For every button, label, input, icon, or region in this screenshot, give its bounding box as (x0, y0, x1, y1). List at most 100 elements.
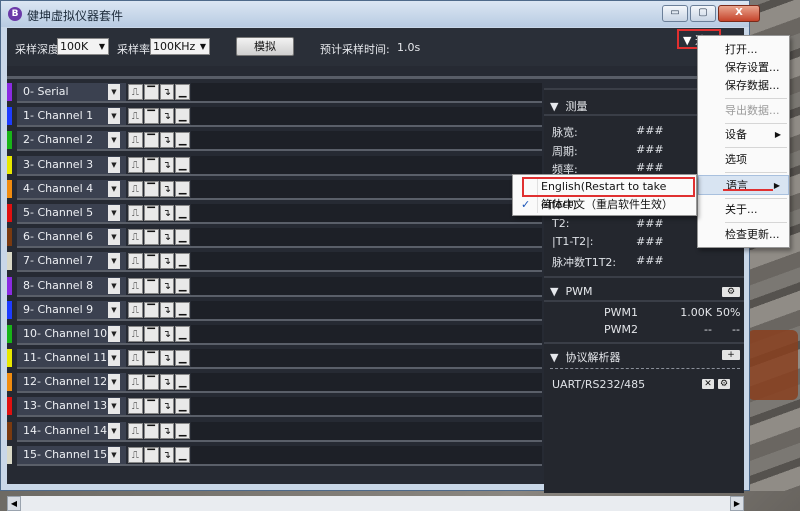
channel-waveform-area[interactable] (191, 300, 542, 319)
pwm-section-title[interactable]: ▼ PWM (550, 285, 592, 298)
language-chinese[interactable]: ✓ 简体中文（重启软件生效） (513, 196, 696, 214)
menu-language[interactable]: 语言 ▶ (698, 175, 789, 195)
high-level-icon[interactable]: ▁ (175, 446, 190, 463)
simulate-button[interactable]: 模拟 (236, 37, 294, 56)
rising-edge-icon[interactable]: ⎍ (128, 108, 143, 125)
channel-dropdown-icon[interactable]: ▼ (108, 84, 120, 100)
high-level-icon[interactable]: ▁ (175, 422, 190, 439)
channel-dropdown-icon[interactable]: ▼ (108, 446, 120, 463)
high-level-icon[interactable]: ▁ (175, 108, 190, 125)
falling-edge-icon[interactable]: ↴ (159, 325, 175, 342)
falling-edge-icon[interactable]: ↴ (159, 350, 175, 367)
low-level-icon[interactable]: ▔ (143, 277, 159, 294)
rising-edge-icon[interactable]: ⎍ (128, 398, 143, 415)
title-bar[interactable]: B 健坤虚拟仪器套件 ▭ ▢ X (1, 1, 760, 27)
falling-edge-icon[interactable]: ↴ (159, 204, 175, 221)
high-level-icon[interactable]: ▁ (175, 277, 190, 294)
falling-edge-icon[interactable]: ↴ (159, 253, 175, 270)
low-level-icon[interactable]: ▔ (143, 325, 159, 342)
maximize-button[interactable]: ▢ (690, 5, 716, 22)
channel-dropdown-icon[interactable]: ▼ (108, 132, 120, 149)
channel-dropdown-icon[interactable]: ▼ (108, 398, 120, 415)
low-level-icon[interactable]: ▔ (143, 253, 159, 270)
horizontal-scrollbar[interactable]: ◀ ▶ (7, 496, 744, 511)
rising-edge-icon[interactable]: ⎍ (128, 350, 143, 367)
channel-dropdown-icon[interactable]: ▼ (108, 301, 120, 318)
channel-dropdown-icon[interactable]: ▼ (108, 204, 120, 221)
high-level-icon[interactable]: ▁ (175, 301, 190, 318)
channel-waveform-area[interactable] (191, 373, 542, 392)
channel-waveform-area[interactable] (191, 349, 542, 368)
falling-edge-icon[interactable]: ↴ (159, 156, 175, 173)
scroll-right-icon[interactable]: ▶ (730, 496, 744, 511)
rising-edge-icon[interactable]: ⎍ (128, 204, 143, 221)
low-level-icon[interactable]: ▔ (143, 446, 159, 463)
minimize-button[interactable]: ▭ (662, 5, 688, 22)
channel-waveform-area[interactable] (191, 445, 542, 464)
close-button[interactable]: X (718, 5, 760, 22)
rising-edge-icon[interactable]: ⎍ (128, 446, 143, 463)
rising-edge-icon[interactable]: ⎍ (128, 422, 143, 439)
high-level-icon[interactable]: ▁ (175, 350, 190, 367)
low-level-icon[interactable]: ▔ (143, 301, 159, 318)
protocol-item[interactable]: UART/RS232/485 (552, 378, 645, 391)
measure-section-title[interactable]: ▼ 测量 (550, 98, 587, 114)
channel-waveform-area[interactable] (191, 179, 542, 198)
rising-edge-icon[interactable]: ⎍ (128, 84, 143, 100)
channel-waveform-area[interactable] (191, 131, 542, 150)
channel-waveform-area[interactable] (191, 107, 542, 126)
low-level-icon[interactable]: ▔ (143, 350, 159, 367)
menu-save-settings[interactable]: 保存设置... (698, 58, 789, 78)
menu-options[interactable]: 选项 (698, 150, 789, 170)
low-level-icon[interactable]: ▔ (143, 374, 159, 391)
channel-dropdown-icon[interactable]: ▼ (108, 180, 120, 197)
channel-dropdown-icon[interactable]: ▼ (108, 229, 120, 246)
falling-edge-icon[interactable]: ↴ (159, 132, 175, 149)
low-level-icon[interactable]: ▔ (143, 398, 159, 415)
channel-dropdown-icon[interactable]: ▼ (108, 374, 120, 391)
high-level-icon[interactable]: ▁ (175, 180, 190, 197)
sample-depth-select[interactable]: 100K ▼ (57, 38, 109, 55)
high-level-icon[interactable]: ▁ (175, 374, 190, 391)
low-level-icon[interactable]: ▔ (143, 108, 159, 125)
high-level-icon[interactable]: ▁ (175, 204, 190, 221)
rising-edge-icon[interactable]: ⎍ (128, 301, 143, 318)
high-level-icon[interactable]: ▁ (175, 253, 190, 270)
low-level-icon[interactable]: ▔ (143, 84, 159, 100)
rising-edge-icon[interactable]: ⎍ (128, 156, 143, 173)
channel-dropdown-icon[interactable]: ▼ (108, 350, 120, 367)
falling-edge-icon[interactable]: ↴ (159, 84, 175, 100)
falling-edge-icon[interactable]: ↴ (159, 180, 175, 197)
low-level-icon[interactable]: ▔ (143, 132, 159, 149)
rising-edge-icon[interactable]: ⎍ (128, 229, 143, 246)
menu-device[interactable]: 设备 ▶ (698, 125, 789, 145)
rising-edge-icon[interactable]: ⎍ (128, 180, 143, 197)
high-level-icon[interactable]: ▁ (175, 398, 190, 415)
channel-dropdown-icon[interactable]: ▼ (108, 325, 120, 342)
channel-waveform-area[interactable] (191, 83, 542, 101)
menu-save-data[interactable]: 保存数据... (698, 76, 789, 96)
menu-check-update[interactable]: 检查更新... (698, 225, 789, 245)
falling-edge-icon[interactable]: ↴ (159, 446, 175, 463)
high-level-icon[interactable]: ▁ (175, 229, 190, 246)
high-level-icon[interactable]: ▁ (175, 156, 190, 173)
high-level-icon[interactable]: ▁ (175, 325, 190, 342)
falling-edge-icon[interactable]: ↴ (159, 422, 175, 439)
channel-waveform-area[interactable] (191, 252, 542, 271)
channel-dropdown-icon[interactable]: ▼ (108, 422, 120, 439)
protocol-settings-icon[interactable]: ⚙ (718, 379, 730, 389)
rising-edge-icon[interactable]: ⎍ (128, 374, 143, 391)
low-level-icon[interactable]: ▔ (143, 204, 159, 221)
falling-edge-icon[interactable]: ↴ (159, 398, 175, 415)
rising-edge-icon[interactable]: ⎍ (128, 253, 143, 270)
menu-about[interactable]: 关于... (698, 200, 789, 220)
add-protocol-button[interactable]: + (722, 350, 740, 360)
low-level-icon[interactable]: ▔ (143, 156, 159, 173)
protocol-section-title[interactable]: ▼ 协议解析器 (550, 349, 620, 365)
channel-dropdown-icon[interactable]: ▼ (108, 277, 120, 294)
menu-open[interactable]: 打开... (698, 40, 789, 60)
channel-waveform-area[interactable] (191, 276, 542, 295)
channel-dropdown-icon[interactable]: ▼ (108, 253, 120, 270)
channel-waveform-area[interactable] (191, 397, 542, 416)
rising-edge-icon[interactable]: ⎍ (128, 325, 143, 342)
